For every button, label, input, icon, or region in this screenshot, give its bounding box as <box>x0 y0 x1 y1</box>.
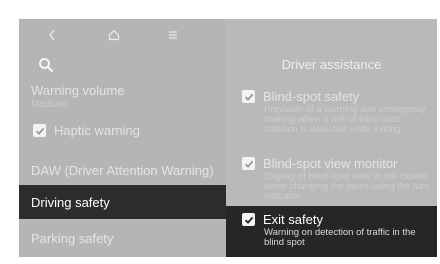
haptic-warning-label: Haptic warning <box>54 123 140 138</box>
option-label: Blind-spot view monitor <box>263 156 398 171</box>
sidebar-item-parking-safety[interactable]: Parking safety <box>19 221 226 255</box>
option-blind-spot-view-monitor[interactable]: Blind-spot view monitor Display of blind… <box>242 156 432 202</box>
back-icon[interactable] <box>45 25 59 45</box>
warning-volume-value: Medium <box>31 99 67 110</box>
sidebar-item-driving-safety[interactable]: Driving safety <box>19 185 226 219</box>
exit-safety-checkbox[interactable] <box>242 213 255 226</box>
option-description: Warning on detection of traffic in the b… <box>264 227 416 248</box>
settings-sidebar: Warning volume Medium Haptic warning DAW… <box>19 19 226 257</box>
sidebar-item-label: DAW (Driver Attention Warning) <box>31 162 214 178</box>
checkmark-icon <box>244 93 253 101</box>
option-label: Exit safety <box>263 212 323 227</box>
blind-spot-safety-checkbox[interactable] <box>242 90 255 103</box>
option-row-exit-safety[interactable]: Exit safety Warning on detection of traf… <box>226 206 437 257</box>
search-icon[interactable] <box>38 57 54 73</box>
infotainment-screen: Warning volume Medium Haptic warning DAW… <box>19 19 437 257</box>
blind-spot-view-monitor-checkbox[interactable] <box>242 157 255 170</box>
sidebar-item-label: Driving safety <box>31 194 110 210</box>
top-bar <box>19 25 226 45</box>
warning-volume-label[interactable]: Warning volume <box>31 83 124 98</box>
driver-assistance-panel: Driver assistance Blind-spot safety Prov… <box>226 19 437 257</box>
option-label: Blind-spot safety <box>263 89 360 104</box>
panel-title: Driver assistance <box>281 57 382 72</box>
checkmark-icon <box>244 160 253 168</box>
haptic-warning-toggle[interactable]: Haptic warning <box>33 123 140 138</box>
sidebar-item-daw[interactable]: DAW (Driver Attention Warning) <box>19 153 226 187</box>
option-exit-safety[interactable]: Exit safety Warning on detection of traf… <box>242 212 432 248</box>
checkmark-icon <box>35 127 44 135</box>
haptic-checkbox[interactable] <box>33 124 46 137</box>
option-blind-spot-safety[interactable]: Blind-spot safety Provision of a warning… <box>242 89 432 135</box>
home-icon[interactable] <box>106 25 122 45</box>
sidebar-item-label: Parking safety <box>31 230 114 246</box>
option-description: Display of blind-spot view in the cluste… <box>264 171 430 202</box>
menu-icon[interactable] <box>165 25 181 45</box>
option-description: Provision of a warning and emergency bra… <box>264 104 426 135</box>
checkmark-icon <box>244 216 253 224</box>
